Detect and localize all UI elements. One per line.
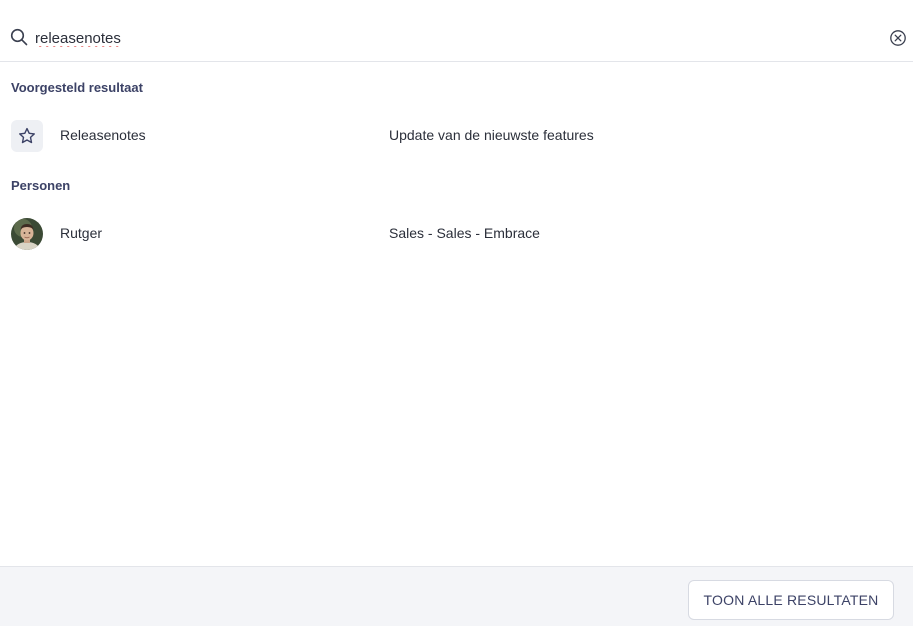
result-row-rutger[interactable]: Rutger Sales - Sales - Embrace	[0, 212, 913, 256]
search-input[interactable]	[35, 27, 855, 49]
result-description: Sales - Sales - Embrace	[389, 225, 540, 241]
result-row-releasenotes[interactable]: Releasenotes Update van de nieuwste feat…	[0, 114, 913, 158]
footer: TOON ALLE RESULTATEN	[0, 566, 913, 626]
show-all-results-button[interactable]: TOON ALLE RESULTATEN	[688, 580, 894, 620]
result-description: Update van de nieuwste features	[389, 127, 594, 143]
star-icon	[19, 127, 35, 144]
section-heading-suggested: Voorgesteld resultaat	[11, 80, 143, 95]
search-results-panel: Voorgesteld resultaat Releasenotes Updat…	[0, 0, 913, 626]
result-title: Rutger	[60, 225, 103, 241]
result-title: Releasenotes	[60, 127, 146, 143]
search-icon	[10, 28, 28, 46]
search-bar	[0, 0, 913, 62]
avatar	[11, 218, 43, 250]
clear-icon[interactable]	[889, 29, 907, 47]
result-icon-box	[11, 120, 43, 152]
section-heading-people: Personen	[11, 178, 71, 193]
